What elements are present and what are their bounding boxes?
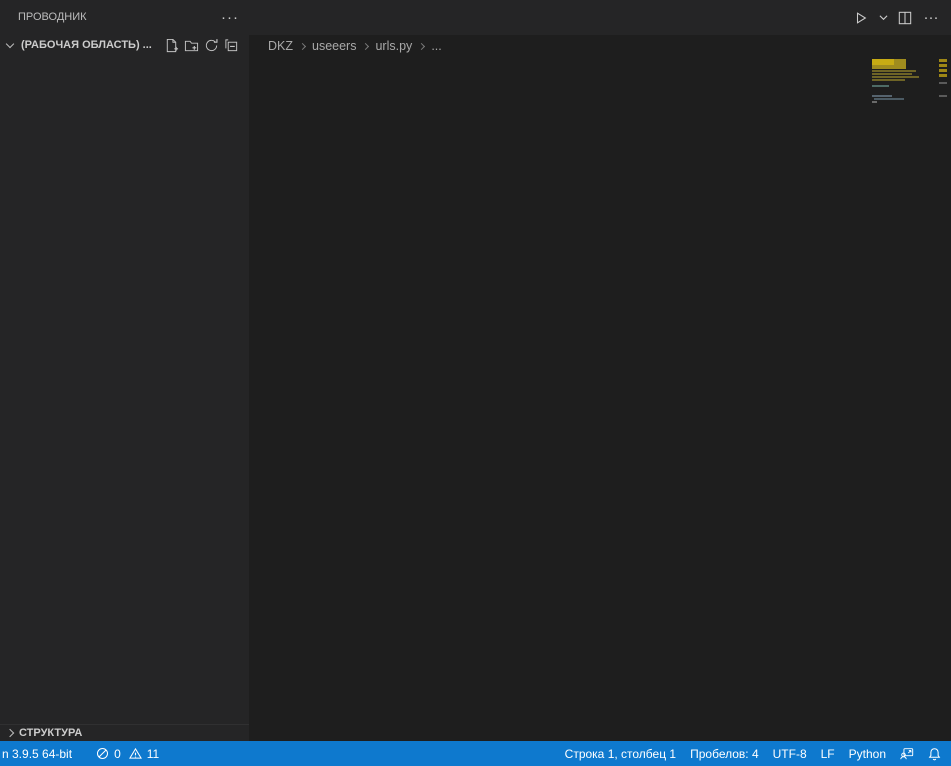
chevron-right-icon [6, 729, 14, 737]
editor-group: ··· DKZ useeers urls.py ... [249, 0, 951, 741]
eol-item[interactable]: LF [814, 741, 842, 766]
cursor-position-item[interactable]: Строка 1, столбец 1 [558, 741, 683, 766]
file-tree [0, 56, 249, 61]
errors-icon [96, 747, 109, 760]
new-file-icon[interactable] [161, 35, 181, 55]
run-python-file-icon[interactable] [851, 7, 871, 29]
more-actions-icon[interactable]: ··· [921, 7, 941, 29]
outline-section-header[interactable]: СТРУКТУРА [0, 724, 249, 741]
problems-item[interactable]: 0 11 [89, 741, 166, 766]
warnings-icon [129, 747, 142, 760]
notifications-bell-icon[interactable] [921, 741, 951, 766]
outline-section-label: СТРУКТУРА [19, 727, 82, 739]
status-right: Строка 1, столбец 1 Пробелов: 4 UTF-8 LF… [558, 741, 951, 766]
feedback-icon[interactable] [893, 741, 921, 766]
overview-ruler [935, 57, 951, 741]
warning-count: 11 [147, 747, 159, 761]
status-left: n 3.9.5 64-bit 0 11 [0, 741, 166, 766]
chevron-down-icon [6, 39, 14, 47]
explorer-title: ПРОВОДНИК [18, 11, 87, 23]
chevron-right-icon [362, 42, 369, 49]
breadcrumb: DKZ useeers urls.py ... [249, 35, 951, 57]
breadcrumb-folder[interactable]: DKZ [268, 39, 293, 53]
breadcrumb-file[interactable]: urls.py [375, 39, 412, 53]
status-bar: n 3.9.5 64-bit 0 11 Строка 1, столбец 1 … [0, 741, 951, 766]
encoding-item[interactable]: UTF-8 [766, 741, 814, 766]
vscode-window: ПРОВОДНИК ··· (РАБОЧАЯ ОБЛАСТЬ) ... СТРУ… [0, 0, 951, 766]
split-editor-icon[interactable] [895, 7, 915, 29]
explorer-sidebar: ПРОВОДНИК ··· (РАБОЧАЯ ОБЛАСТЬ) ... СТРУ… [0, 0, 249, 741]
breadcrumb-folder[interactable]: useeers [312, 39, 356, 53]
workspace-section-label: (РАБОЧАЯ ОБЛАСТЬ) ... [21, 39, 161, 51]
collapse-folders-icon[interactable] [221, 35, 241, 55]
chevron-right-icon [299, 42, 306, 49]
new-folder-icon[interactable] [181, 35, 201, 55]
minimap[interactable] [872, 57, 935, 187]
explorer-title-bar: ПРОВОДНИК ··· [0, 0, 249, 34]
explorer-more-actions-icon[interactable]: ··· [221, 9, 239, 26]
language-mode-item[interactable]: Python [842, 741, 893, 766]
python-interpreter-item[interactable]: n 3.9.5 64-bit [0, 741, 79, 766]
tab-bar: ··· [249, 0, 951, 35]
refresh-icon[interactable] [201, 35, 221, 55]
editor-actions: ··· [249, 0, 951, 35]
breadcrumb-symbol[interactable]: ... [431, 39, 441, 53]
run-dropdown-chevron-icon[interactable] [877, 7, 889, 29]
workspace-section-header[interactable]: (РАБОЧАЯ ОБЛАСТЬ) ... [0, 34, 249, 56]
code-editor[interactable] [249, 57, 951, 741]
indentation-item[interactable]: Пробелов: 4 [683, 741, 766, 766]
chevron-right-icon [418, 42, 425, 49]
error-count: 0 [114, 747, 121, 761]
